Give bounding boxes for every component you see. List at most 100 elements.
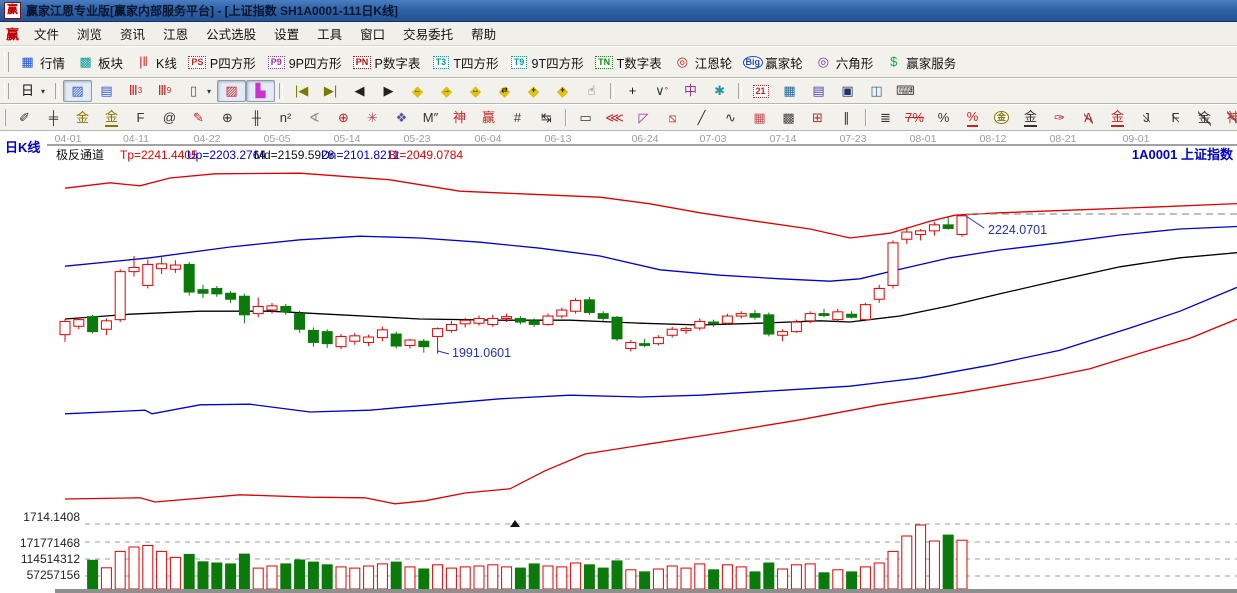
ruler-123-tool[interactable]: # bbox=[503, 107, 532, 129]
menu-item-9[interactable]: 交易委托 bbox=[394, 22, 462, 45]
kline-chart[interactable]: 1714.140817177146811451431257257156 04-0… bbox=[0, 131, 1237, 593]
mirror-angle-tool[interactable]: ∢ bbox=[300, 107, 329, 129]
n2-grid-tool[interactable]: n² bbox=[271, 107, 300, 129]
percent-tool[interactable]: % bbox=[929, 107, 958, 129]
prev-bar-button[interactable]: ◀ bbox=[345, 80, 374, 102]
web-grid-tool[interactable]: ❖ bbox=[387, 107, 416, 129]
market-quotes-button[interactable]: ▦行情 bbox=[13, 50, 71, 75]
menu-item-5[interactable]: 公式选股 bbox=[197, 22, 265, 45]
winner-service-button[interactable]: $赢家服务 bbox=[879, 50, 962, 75]
t-number-table-button[interactable]: TNT数字表 bbox=[590, 50, 668, 75]
expand-h-diamond[interactable]: ◆↔ bbox=[461, 80, 490, 102]
t-square-button[interactable]: T3T四方形 bbox=[426, 50, 504, 75]
menu-item-10[interactable]: 帮助 bbox=[462, 22, 505, 45]
title-bar[interactable]: 赢 赢家江恩专业版[赢家内部服务平台] - [上证指数 SH1A0001-111… bbox=[0, 0, 1237, 22]
menu-item-6[interactable]: 设置 bbox=[265, 22, 308, 45]
gold-line-tool[interactable]: 金 bbox=[1016, 107, 1045, 129]
marker-tool[interactable]: ✎ bbox=[184, 107, 213, 129]
target-circle-tool[interactable]: ⊕ bbox=[329, 107, 358, 129]
m-wave-tool[interactable]: M″ bbox=[416, 107, 445, 129]
angle-measure-button[interactable]: ∨° bbox=[647, 80, 676, 102]
shift-right-diamond[interactable]: ◆→ bbox=[432, 80, 461, 102]
notes-button[interactable]: ▤ bbox=[804, 80, 833, 102]
period-selector[interactable]: 日▾ bbox=[13, 80, 51, 102]
compress-all-diamond[interactable]: ◆+ bbox=[519, 80, 548, 102]
crosshair-button[interactable]: + bbox=[618, 80, 647, 102]
golden-grid-tool[interactable]: 金 bbox=[68, 107, 97, 129]
spider-web-tool[interactable]: ✳ bbox=[358, 107, 387, 129]
p-square-button[interactable]: PSP四方形 bbox=[183, 50, 262, 75]
bars9-button[interactable]: Ⅲ9 bbox=[150, 80, 179, 102]
menu-item-8[interactable]: 窗口 bbox=[351, 22, 394, 45]
compress-h-diamond[interactable]: ◆⇄ bbox=[490, 80, 519, 102]
brain-button[interactable]: ✱ bbox=[705, 80, 734, 102]
calendar-button[interactable]: 21 bbox=[746, 80, 775, 102]
ribbon-button[interactable]: 中 bbox=[676, 80, 705, 102]
expand-all-diamond[interactable]: ◆+ bbox=[548, 80, 577, 102]
select-rect-tool[interactable]: ▭ bbox=[571, 107, 600, 129]
pen-tool[interactable]: ✐ bbox=[10, 107, 39, 129]
menu-item-7[interactable]: 工具 bbox=[308, 22, 351, 45]
first-bar-button[interactable]: |◀ bbox=[287, 80, 316, 102]
dark-grid-tool[interactable]: ▩ bbox=[774, 107, 803, 129]
grid-overlay-button[interactable]: ▨ bbox=[63, 80, 92, 102]
toolbar-grip[interactable] bbox=[4, 109, 6, 125]
gold-red-line-tool[interactable]: 金 bbox=[1103, 107, 1132, 129]
percent-line-tool[interactable]: % bbox=[958, 107, 987, 129]
next-bar-button[interactable]: ▶ bbox=[374, 80, 403, 102]
scale-steps-tool[interactable]: ≣ bbox=[871, 107, 900, 129]
p9-square-button[interactable]: P99P四方形 bbox=[262, 50, 348, 75]
profile-chart-button[interactable]: ▙ bbox=[246, 80, 275, 102]
shift-left-diamond[interactable]: ◆← bbox=[403, 80, 432, 102]
menu-item-1[interactable]: 文件 bbox=[25, 22, 68, 45]
save-button[interactable]: ▣ bbox=[833, 80, 862, 102]
t9-square-button[interactable]: T99T四方形 bbox=[505, 50, 590, 75]
sectors-button[interactable]: ▩板块 bbox=[71, 50, 129, 75]
shen-angle-tool[interactable]: 神 bbox=[1219, 107, 1237, 129]
gann-circle-tool[interactable]: ⊕ bbox=[213, 107, 242, 129]
menu-item-2[interactable]: 浏览 bbox=[68, 22, 111, 45]
a-line-tool[interactable]: A bbox=[1074, 107, 1103, 129]
gold-circle-tool[interactable]: 金 bbox=[987, 107, 1016, 129]
trend-tick-tool[interactable]: ╱ bbox=[687, 107, 716, 129]
print-button[interactable]: ⌨ bbox=[891, 80, 920, 102]
dot-grid-tool[interactable]: ⊞ bbox=[803, 107, 832, 129]
hexagon-button[interactable]: ◎六角形 bbox=[809, 50, 880, 75]
winner-wheel-button[interactable]: Big赢家轮 bbox=[738, 50, 809, 75]
bars3-button[interactable]: Ⅲ3 bbox=[121, 80, 150, 102]
fan-box-tool[interactable]: ◸ bbox=[629, 107, 658, 129]
win-grid-tool[interactable]: 赢 bbox=[474, 107, 503, 129]
toolbar-grip[interactable] bbox=[4, 52, 9, 72]
toolbar-grip[interactable] bbox=[4, 83, 9, 98]
spiral-tool[interactable]: @ bbox=[155, 107, 184, 129]
f-angle-tool[interactable]: F bbox=[1161, 107, 1190, 129]
menu-item-4[interactable]: 江恩 bbox=[154, 22, 197, 45]
red-net-button[interactable]: ▨ bbox=[217, 80, 246, 102]
fan-lines-tool[interactable]: ⋘ bbox=[600, 107, 629, 129]
golden-grid2-tool[interactable]: 金 bbox=[97, 107, 126, 129]
export-button[interactable]: ◫ bbox=[862, 80, 891, 102]
f-grid-tool[interactable]: F bbox=[126, 107, 155, 129]
hand-tool-button[interactable]: ☝ bbox=[577, 80, 606, 102]
last-bar-button[interactable]: ▶| bbox=[316, 80, 345, 102]
kline-button[interactable]: |‖K线 bbox=[129, 50, 183, 75]
chart-pane[interactable]: 1714.140817177146811451431257257156 04-0… bbox=[0, 131, 1237, 593]
j-angle-tool[interactable]: J bbox=[1132, 107, 1161, 129]
gold-angle-tool[interactable]: 金 bbox=[1190, 107, 1219, 129]
percent7-tool[interactable]: 7% bbox=[900, 107, 929, 129]
diagonal-box-tool[interactable]: ⧅ bbox=[658, 107, 687, 129]
width-measure-tool[interactable]: ↹ bbox=[532, 107, 561, 129]
price-grid-tool[interactable]: ╪ bbox=[39, 107, 68, 129]
zigzag-tool[interactable]: ∿ bbox=[716, 107, 745, 129]
calculator-button[interactable]: ▦ bbox=[775, 80, 804, 102]
candle-style-button[interactable]: ▯▾ bbox=[179, 80, 217, 102]
red-grid-tool[interactable]: ▦ bbox=[745, 107, 774, 129]
p-number-table-button[interactable]: PNP数字表 bbox=[348, 50, 427, 75]
quote-panel-button[interactable]: ▤ bbox=[92, 80, 121, 102]
shen-grid-tool[interactable]: 神 bbox=[445, 107, 474, 129]
ruler-grid-tool[interactable]: ╫ bbox=[242, 107, 271, 129]
gann-wheel-button[interactable]: ◎江恩轮 bbox=[668, 50, 739, 75]
parallel-lines-tool[interactable]: ∥ bbox=[832, 107, 861, 129]
flame-pen-tool[interactable]: ✑ bbox=[1045, 107, 1074, 129]
menu-item-3[interactable]: 资讯 bbox=[111, 22, 154, 45]
